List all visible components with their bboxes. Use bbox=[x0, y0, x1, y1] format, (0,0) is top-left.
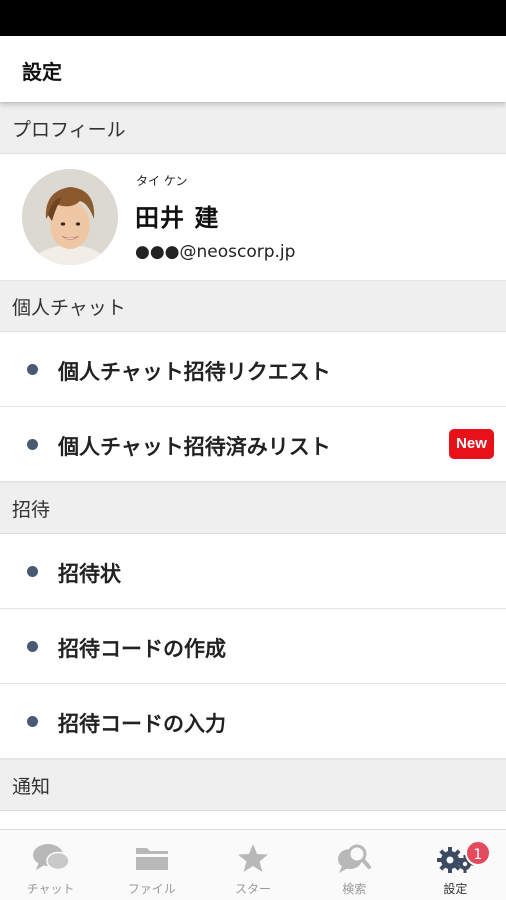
tab-chat[interactable]: チャット bbox=[0, 830, 101, 900]
bullet-icon bbox=[27, 641, 38, 652]
bullet-icon bbox=[27, 439, 38, 450]
tab-files[interactable]: ファイル bbox=[101, 830, 202, 900]
bullet-icon bbox=[27, 566, 38, 577]
list-item-chat-invited-list[interactable]: 個人チャット招待済みリスト New bbox=[0, 407, 506, 482]
profile-name: 田井 建 bbox=[135, 204, 220, 232]
list-item-enter-invite-code[interactable]: 招待コードの入力 bbox=[0, 684, 506, 759]
new-badge: New bbox=[449, 429, 494, 459]
bullet-icon bbox=[27, 716, 38, 727]
tab-search[interactable]: 検索 bbox=[304, 830, 405, 900]
profile-card[interactable]: タイ ケン 田井 建 ●●●@neoscorp.jp bbox=[0, 154, 506, 280]
tab-label: 設定 bbox=[443, 882, 468, 896]
bullet-icon bbox=[27, 364, 38, 375]
avatar bbox=[22, 169, 118, 265]
section-header-profile: プロフィール bbox=[0, 102, 506, 154]
settings-list[interactable]: プロフィール タイ ケン 田井 建 ●●●@neoscorp.jp 個人チャット… bbox=[0, 102, 506, 829]
app-header: 設定 bbox=[0, 36, 506, 102]
notification-badge: 1 bbox=[464, 840, 491, 866]
list-item-label: 招待状 bbox=[58, 562, 121, 586]
section-header-invite: 招待 bbox=[0, 482, 506, 534]
section-header-personal-chat: 個人チャット bbox=[0, 280, 506, 332]
bottom-tab-bar: チャット ファイル スター 検索 1 設定 bbox=[0, 829, 506, 900]
star-icon bbox=[238, 844, 268, 872]
list-item-label: 個人チャット招待リクエスト bbox=[58, 360, 331, 384]
folder-icon bbox=[135, 848, 168, 870]
list-item-create-invite-code[interactable]: 招待コードの作成 bbox=[0, 609, 506, 684]
list-item-invitation[interactable]: 招待状 bbox=[0, 534, 506, 609]
section-title: 招待 bbox=[12, 498, 51, 521]
tab-label: スター bbox=[235, 882, 272, 896]
section-title: 通知 bbox=[12, 775, 51, 798]
tab-label: チャット bbox=[26, 882, 75, 896]
tab-star[interactable]: スター bbox=[202, 830, 303, 900]
tab-label: ファイル bbox=[127, 882, 176, 896]
tab-settings[interactable]: 1 設定 bbox=[405, 830, 506, 900]
list-item-chat-invite-request[interactable]: 個人チャット招待リクエスト bbox=[0, 332, 506, 407]
tab-label: 検索 bbox=[342, 882, 367, 896]
section-title: 個人チャット bbox=[12, 296, 126, 319]
chat-icon bbox=[32, 844, 70, 871]
page-title: 設定 bbox=[22, 60, 62, 84]
search-icon bbox=[338, 844, 372, 873]
list-item-label: 招待コードの作成 bbox=[58, 637, 226, 661]
section-title: プロフィール bbox=[12, 118, 126, 141]
list-item-label: 個人チャット招待済みリスト bbox=[58, 435, 331, 459]
status-bar bbox=[0, 0, 506, 36]
avatar-image bbox=[22, 169, 118, 265]
list-item-label: 招待コードの入力 bbox=[58, 712, 226, 736]
profile-email: ●●●@neoscorp.jp bbox=[135, 242, 296, 262]
section-header-notifications: 通知 bbox=[0, 759, 506, 811]
profile-kana: タイ ケン bbox=[136, 174, 188, 188]
